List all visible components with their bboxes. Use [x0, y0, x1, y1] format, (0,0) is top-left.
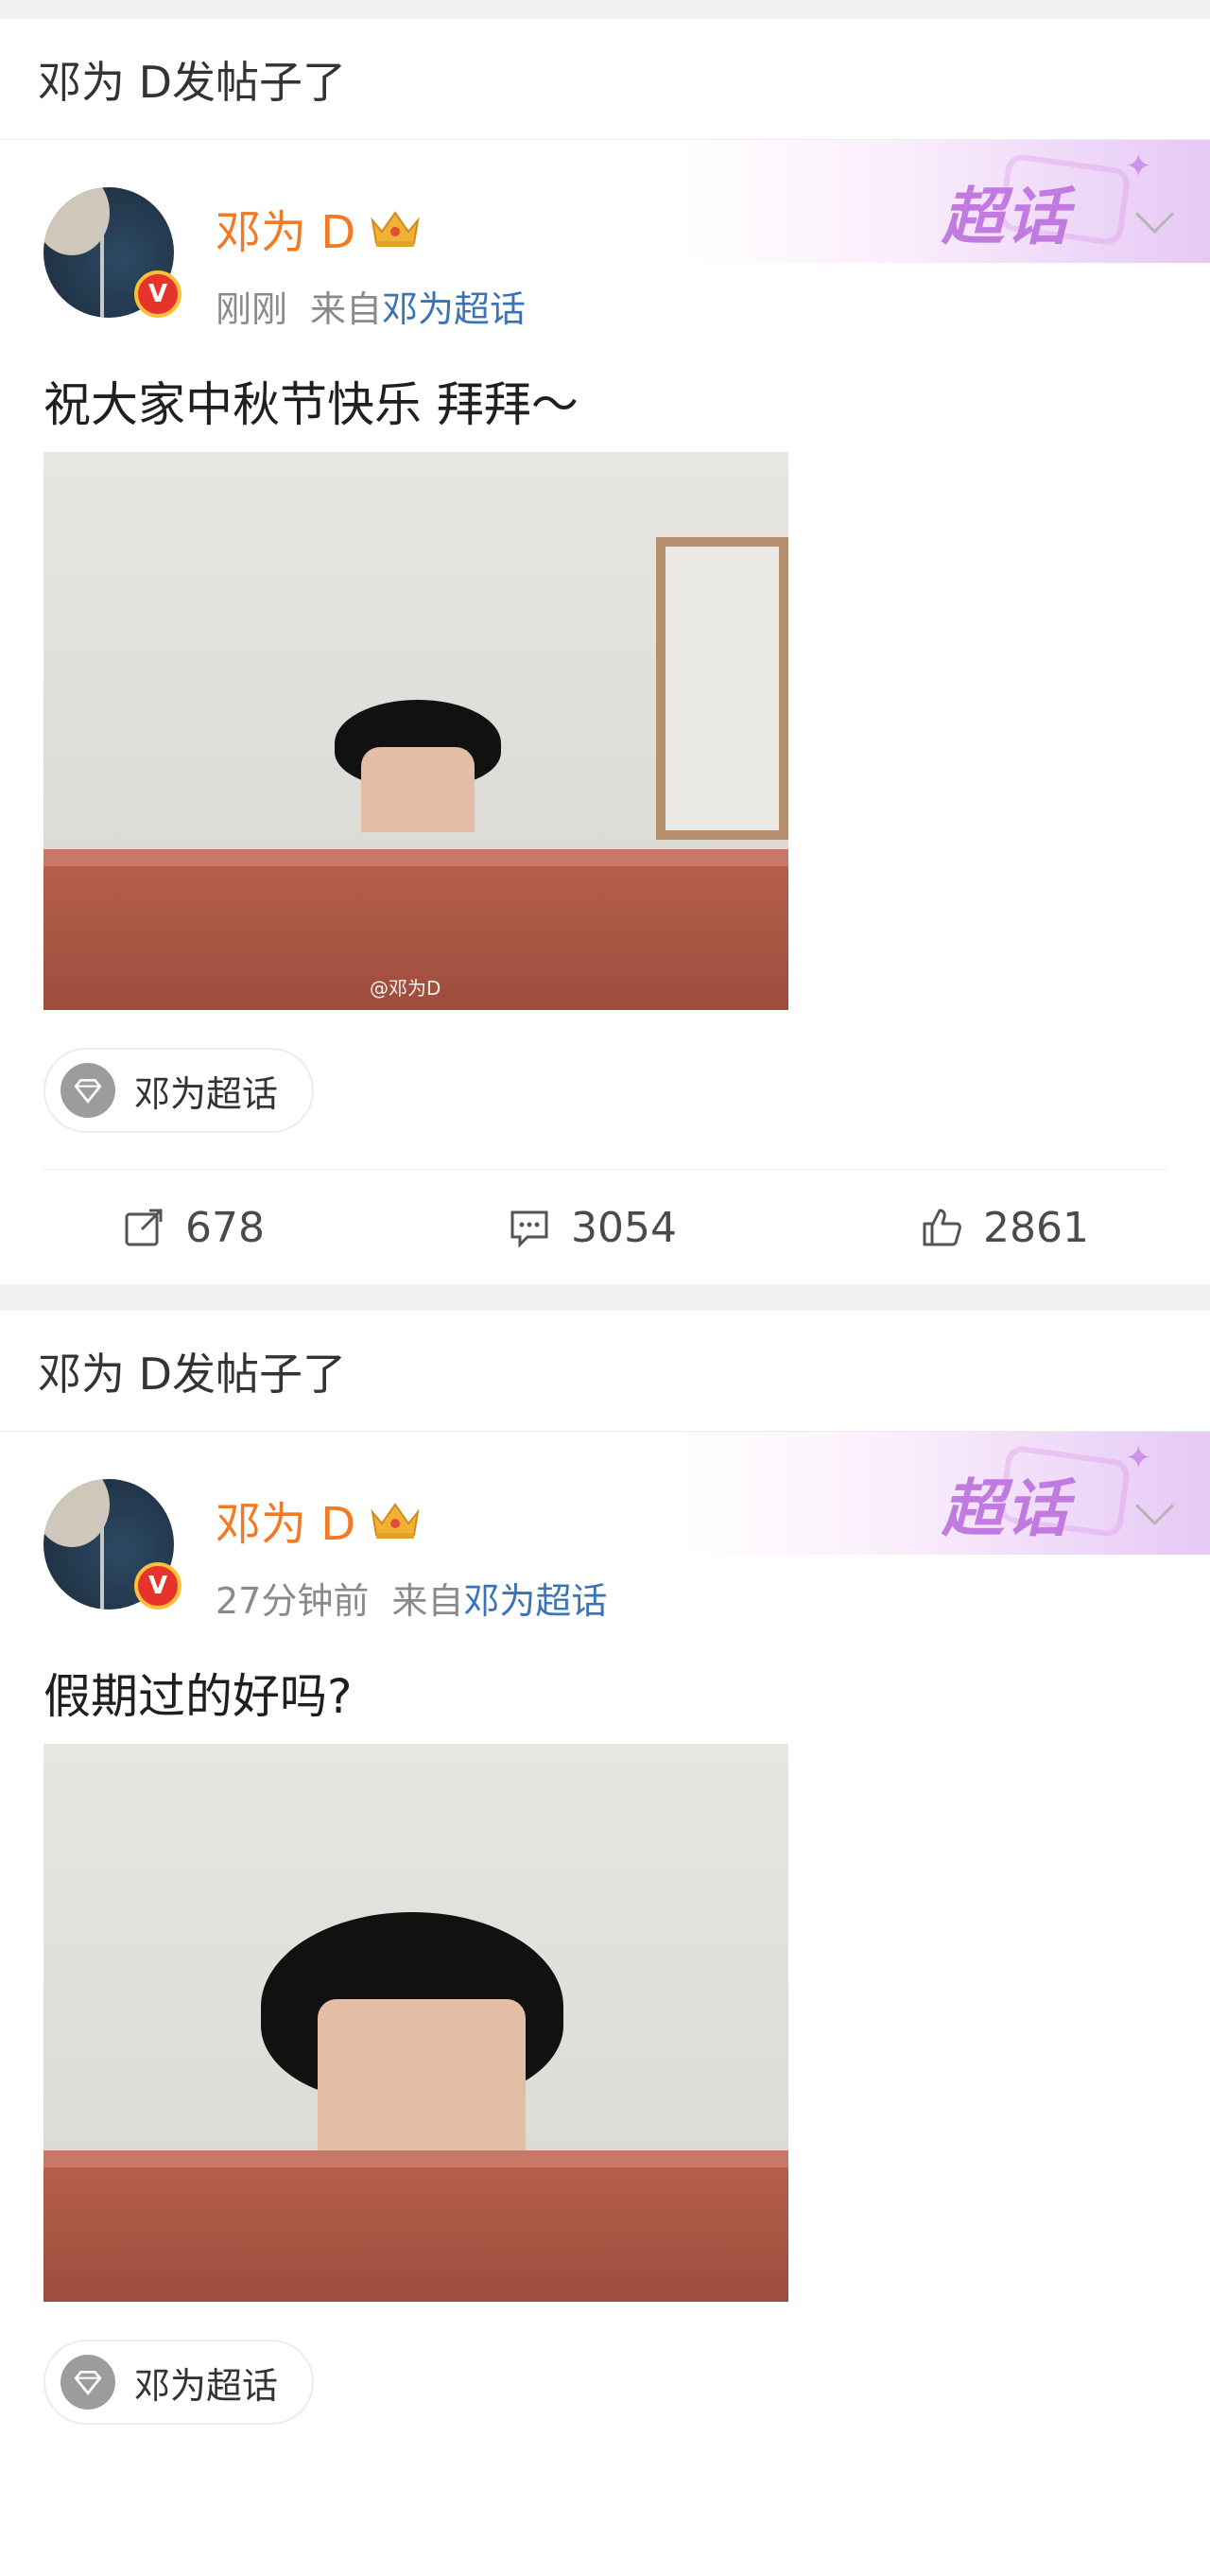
topic-label: 邓为超话	[134, 1072, 279, 1115]
from-label: 来自	[310, 288, 383, 330]
repost-button[interactable]: 678	[121, 1204, 265, 1252]
crown-icon	[369, 207, 422, 249]
verified-badge-icon: V	[134, 270, 182, 318]
topic-label: 邓为超话	[134, 2364, 279, 2407]
post-text: 祝大家中秋节快乐 拜拜～	[43, 377, 579, 432]
chaohua-label: 超话	[942, 180, 1070, 253]
post-meta: 27分钟前 来自邓为超话	[216, 1572, 607, 1624]
divider	[43, 1169, 1167, 1170]
avatar[interactable]: V	[43, 1479, 182, 1610]
like-button[interactable]: 2861	[919, 1204, 1089, 1252]
topic-diamond-icon	[60, 1063, 115, 1118]
like-icon	[923, 1209, 961, 1246]
from-source-link[interactable]: 邓为超话	[463, 1580, 607, 1622]
avatar[interactable]: V	[43, 187, 182, 318]
post-time: 刚刚	[216, 288, 288, 330]
comment-count: 3054	[571, 1203, 677, 1252]
username[interactable]: 邓为 D	[216, 195, 422, 261]
username[interactable]: 邓为 D	[216, 1487, 422, 1553]
post-meta: 刚刚 来自邓为超话	[216, 280, 526, 332]
feed-card-2: 邓为 D发帖子了 ✦ ✦ 超话 V 邓为 D 27分钟前 来自邓为超话 假期过的…	[0, 1311, 1210, 2576]
post-time: 27分钟前	[216, 1580, 370, 1622]
sparkle-icon: ✦	[1125, 1439, 1152, 1477]
card-header: 邓为 D发帖子了	[0, 1311, 1210, 1432]
from-label: 来自	[391, 1580, 464, 1622]
card-header: 邓为 D发帖子了	[0, 19, 1210, 140]
comment-button[interactable]: 3054	[507, 1204, 677, 1252]
like-count: 2861	[983, 1203, 1089, 1252]
post[interactable]: ✦ ✦ 超话 V 邓为 D 27分钟前 来自邓为超话 假期过的好吗? 邓为超话	[0, 1432, 1210, 2576]
verified-badge-icon: V	[134, 1562, 182, 1610]
image-watermark: @邓为D	[370, 977, 441, 1000]
comment-icon	[510, 1210, 548, 1248]
username-text[interactable]: 邓为 D	[216, 195, 355, 261]
feed-card-1: 邓为 D发帖子了 ✦ ✦ 超话 V 邓为 D 刚刚 来自邓为超话 祝大家中秋节快…	[0, 19, 1210, 1284]
username-text[interactable]: 邓为 D	[216, 1487, 355, 1553]
from-source-link[interactable]: 邓为超话	[382, 288, 526, 330]
action-bar: 678 3054 2861	[0, 1171, 1210, 1284]
topic-diamond-icon	[60, 2355, 115, 2410]
post[interactable]: ✦ ✦ 超话 V 邓为 D 刚刚 来自邓为超话 祝大家中秋节快乐 拜拜～ @邓为…	[0, 140, 1210, 1284]
sparkle-icon: ✦	[1125, 148, 1152, 185]
repost-count: 678	[185, 1203, 265, 1252]
post-image[interactable]: @邓为D	[43, 452, 788, 1010]
crown-icon	[369, 1499, 422, 1540]
post-text: 假期过的好吗?	[43, 1669, 353, 1724]
repost-icon	[125, 1209, 163, 1246]
topic-pill[interactable]: 邓为超话	[43, 1048, 315, 1133]
post-image[interactable]	[43, 1744, 788, 2302]
chaohua-label: 超话	[942, 1471, 1070, 1545]
